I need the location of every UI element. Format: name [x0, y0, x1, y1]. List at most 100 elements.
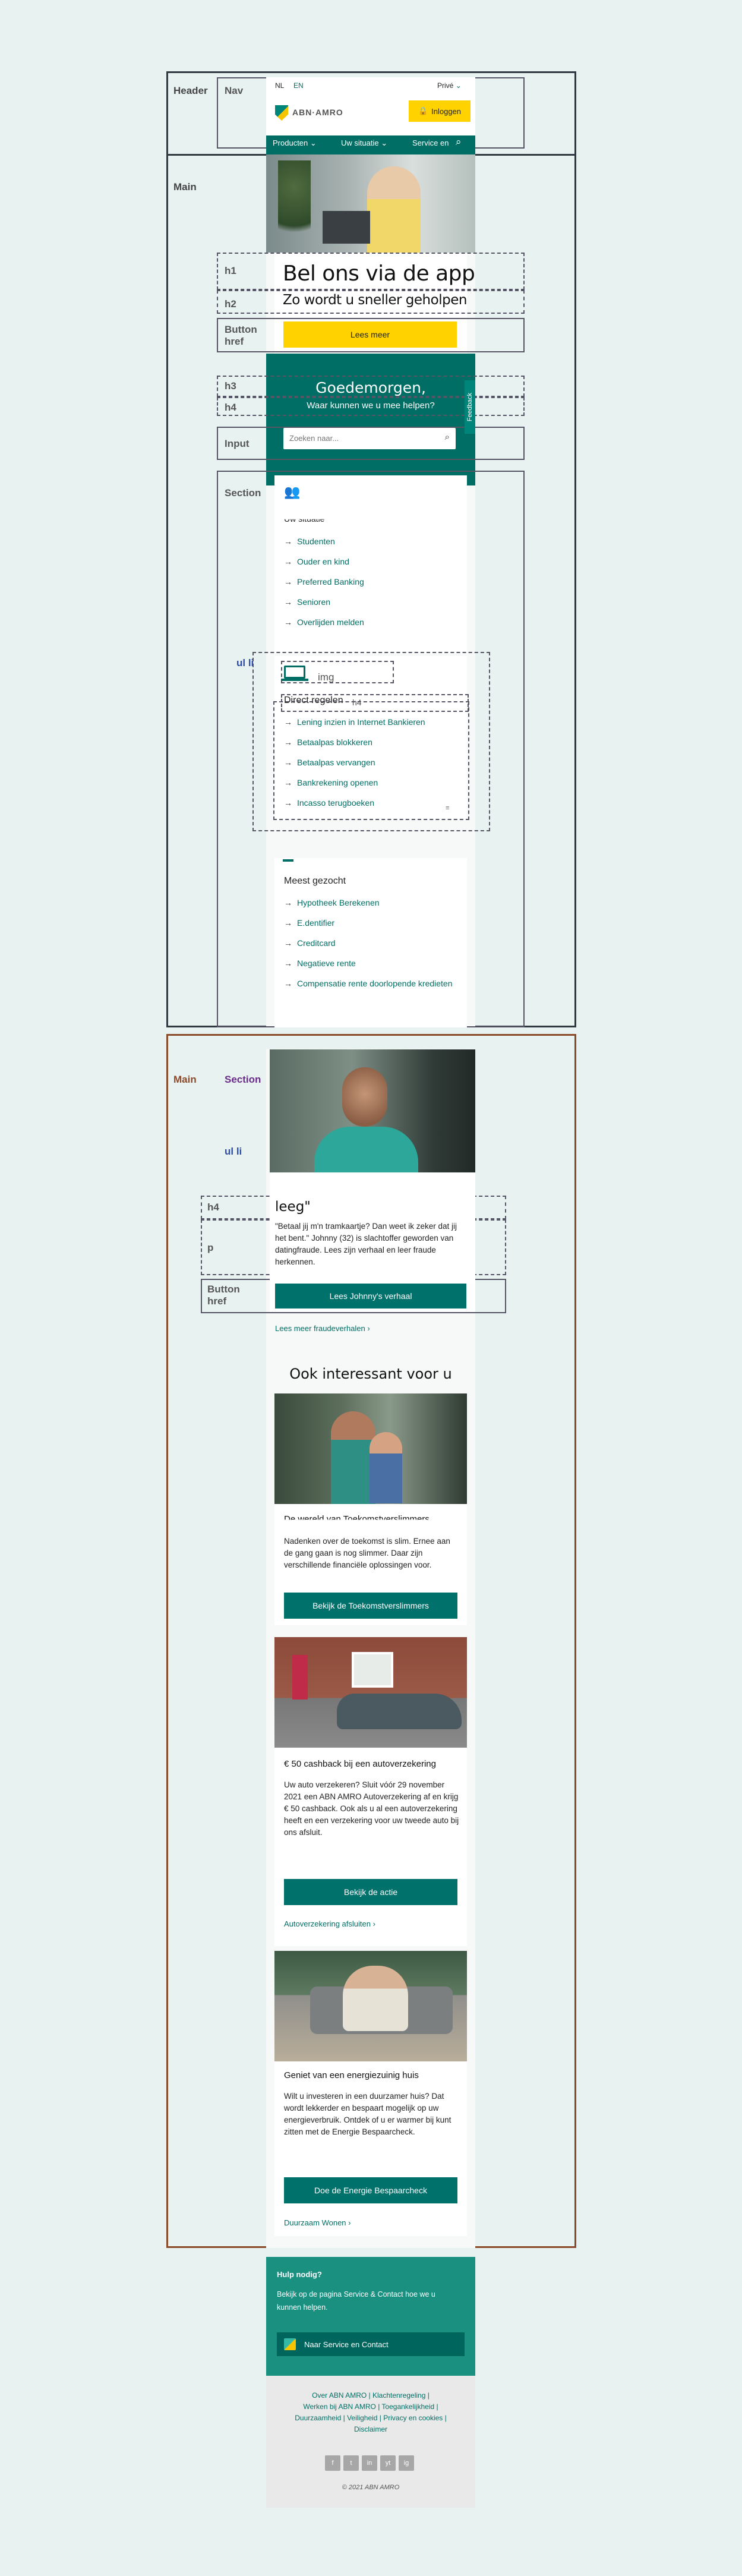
lang-en[interactable]: EN: [293, 81, 304, 90]
arrow-right-icon: →: [284, 979, 292, 988]
ann-main: Main: [173, 181, 197, 193]
card1-text: Nadenken over de toekomst is slim. Ernee…: [284, 1537, 450, 1569]
ann-section2: Section: [225, 1074, 261, 1085]
direct-item[interactable]: → Betaalpas blokkeren: [284, 737, 372, 748]
story-more-link[interactable]: Lees meer fraudeverhalen ›: [275, 1324, 370, 1333]
card2-cta-button[interactable]: Bekijk de actie: [284, 1879, 457, 1905]
mother-shape: [331, 1411, 375, 1504]
hero-title: Bel ons via de app: [283, 261, 475, 286]
people-icon: 👥: [284, 484, 301, 499]
youtube-icon[interactable]: yt: [380, 2455, 396, 2471]
story-cta-button[interactable]: Lees Johnny's verhaal: [275, 1284, 466, 1309]
arrow-right-icon: →: [284, 958, 292, 968]
card3-image: [274, 1951, 467, 2061]
card1-cta-button[interactable]: Bekijk de Toekomstverslimmers: [284, 1593, 457, 1619]
ann-button-href: Button href: [225, 324, 257, 347]
logo-text: ABN·AMRO: [292, 108, 343, 117]
copyright: © 2021 ABN AMRO: [342, 2484, 400, 2491]
arrow-right-icon: →: [284, 717, 292, 727]
family-shape: [343, 1966, 408, 2031]
arrow-right-icon: →: [284, 798, 292, 808]
list-corner-icon: ≡: [446, 805, 450, 812]
card3-cta-button[interactable]: Doe de Energie Bespaarcheck: [284, 2177, 457, 2203]
card3-title: Geniet van een energiezuinig huis: [284, 2070, 419, 2080]
ann-h4c: h4: [207, 1202, 219, 1213]
segment-select[interactable]: Privé ⌄: [437, 81, 462, 90]
ann-h4b: h4: [352, 698, 362, 707]
situatie-item[interactable]: → Studenten: [284, 536, 335, 547]
search-input-icon: ⌕: [444, 432, 450, 442]
plant-shape: [278, 160, 311, 250]
situatie-item[interactable]: → Ouder en kind: [284, 556, 349, 567]
instagram-icon[interactable]: ig: [399, 2455, 414, 2471]
facebook-icon[interactable]: f: [325, 2455, 340, 2471]
ann-input: Input: [225, 438, 250, 449]
lang-nl[interactable]: NL: [275, 81, 284, 90]
direct-item[interactable]: → Betaalpas vervangen: [284, 757, 375, 768]
nav-producten[interactable]: Producten ⌄: [273, 138, 317, 148]
window-shape: [352, 1652, 393, 1688]
arrow-right-icon: →: [284, 778, 292, 787]
footer-links-line[interactable]: Werken bij ABN AMRO | Toegankelijkheid |: [266, 2401, 475, 2413]
feedback-tab[interactable]: Feedback: [465, 380, 475, 434]
arrow-right-icon: →: [284, 938, 292, 948]
ann-h3: h3: [225, 380, 236, 392]
meest-item[interactable]: → E.dentifier: [284, 917, 334, 929]
ann-header: Header: [173, 85, 208, 96]
arrow-right-icon: →: [284, 597, 292, 607]
situatie-item[interactable]: → Overlijden melden: [284, 617, 364, 628]
greeting-block: [266, 354, 475, 485]
twitter-icon[interactable]: t: [343, 2455, 359, 2471]
child-shape: [370, 1432, 402, 1503]
card2-text: Uw auto verzekeren? Sluit vóór 29 novemb…: [284, 1780, 459, 1837]
card2-link[interactable]: Autoverzekering afsluiten ›: [284, 1919, 375, 1928]
greeting-subtitle: Waar kunnen we u mee helpen?: [307, 401, 435, 411]
man-shirt-shape: [314, 1127, 418, 1172]
card3-link[interactable]: Duurzaam Wonen ›: [284, 2218, 351, 2227]
meest-heading: Meest gezocht: [284, 876, 346, 886]
help-cta-button[interactable]: Naar Service en Contact: [277, 2332, 465, 2356]
footer-links-line[interactable]: Duurzaamheid | Veiligheid | Privacy en c…: [266, 2413, 475, 2424]
footer-links-line[interactable]: Over ABN AMRO | Klachtenregeling |: [266, 2390, 475, 2401]
direct-item[interactable]: → Bankrekening openen: [284, 777, 378, 789]
direct-item[interactable]: → Incasso terugboeken: [284, 797, 374, 809]
meest-item[interactable]: → Hypotheek Berekenen: [284, 897, 380, 909]
direct-heading: Direct regelen: [284, 695, 343, 705]
footer-links-line[interactable]: Disclaimer: [266, 2424, 475, 2435]
meest-item[interactable]: → Creditcard: [284, 938, 336, 949]
arrow-right-icon: →: [284, 537, 292, 546]
login-button[interactable]: 🔒 Inloggen: [409, 100, 471, 122]
ann-ul-li: ul li: [236, 657, 254, 669]
meest-item[interactable]: → Compensatie rente doorlopende kredieten: [284, 978, 456, 989]
situatie-item[interactable]: → Senioren: [284, 597, 330, 608]
search-icon[interactable]: ⌕: [456, 136, 462, 148]
story-heading: leeg": [275, 1199, 311, 1215]
ann-ul-li2: ul li: [225, 1146, 242, 1157]
story-text: "Betaal jij m'n tramkaartje? Dan weet ik…: [275, 1222, 457, 1266]
situatie-item[interactable]: → Preferred Banking: [284, 576, 364, 588]
arrow-right-icon: →: [284, 737, 292, 747]
direct-item[interactable]: → Lening inzien in Internet Bankieren: [284, 717, 425, 728]
arrow-right-icon: →: [284, 557, 292, 566]
hero-cta-button[interactable]: Lees meer: [283, 321, 457, 348]
meest-item[interactable]: → Negatieve rente: [284, 958, 356, 969]
lock-icon: 🔒: [418, 106, 428, 115]
door-shape: [292, 1655, 308, 1700]
ann-img: img: [318, 671, 334, 683]
hero-image: [266, 155, 475, 253]
linkedin-icon[interactable]: in: [362, 2455, 377, 2471]
search-field[interactable]: [283, 428, 426, 448]
hero-subtitle: Zo wordt u sneller geholpen: [283, 292, 467, 308]
ann-p: p: [207, 1242, 214, 1253]
social-row: f t in yt ig: [325, 2455, 414, 2471]
card1-image: [274, 1393, 467, 1504]
ann-h4: h4: [225, 402, 236, 413]
nav-service[interactable]: Service en: [412, 138, 449, 147]
card3-text: Wilt u investeren in een duurzamer huis?…: [284, 2092, 451, 2136]
search-input[interactable]: ⌕: [283, 428, 456, 449]
ann-main2: Main: [173, 1074, 197, 1085]
arrow-right-icon: →: [284, 577, 292, 587]
nav-uw-situatie[interactable]: Uw situatie ⌄: [341, 138, 387, 148]
man-head-shape: [342, 1067, 387, 1127]
story-image: [270, 1049, 475, 1172]
